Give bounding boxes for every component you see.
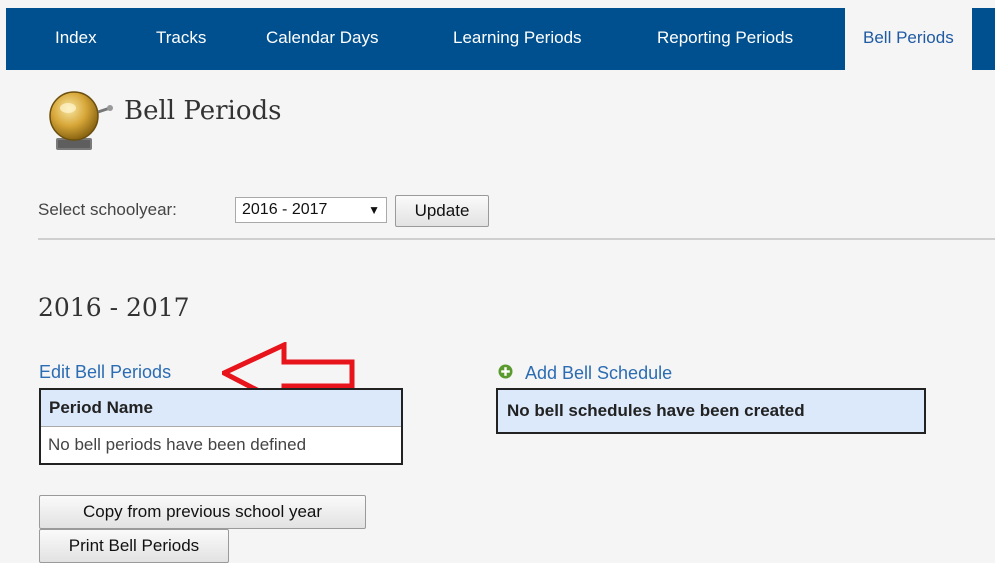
divider — [38, 238, 995, 240]
top-nav-bar: Index Tracks Calendar Days Learning Peri… — [6, 8, 995, 70]
print-bell-periods-button[interactable]: Print Bell Periods — [39, 529, 229, 563]
update-button[interactable]: Update — [395, 195, 489, 227]
period-name-column-header: Period Name — [41, 390, 401, 427]
tab-bell-periods[interactable]: Bell Periods — [845, 8, 972, 70]
tab-learning-periods[interactable]: Learning Periods — [453, 8, 582, 70]
tab-tracks[interactable]: Tracks — [156, 8, 206, 70]
edit-bell-periods-link[interactable]: Edit Bell Periods — [39, 362, 171, 383]
tab-reporting-periods[interactable]: Reporting Periods — [657, 8, 793, 70]
year-heading: 2016 - 2017 — [38, 293, 190, 322]
add-icon[interactable] — [498, 364, 513, 379]
schoolyear-selected-value: 2016 - 2017 — [242, 201, 328, 218]
bell-periods-table: Period Name No bell periods have been de… — [39, 388, 403, 465]
schoolyear-label: Select schoolyear: — [38, 200, 177, 219]
tab-index[interactable]: Index — [55, 8, 97, 70]
tab-calendar-days[interactable]: Calendar Days — [266, 8, 378, 70]
copy-previous-year-button[interactable]: Copy from previous school year — [39, 495, 366, 529]
empty-schedules-message: No bell schedules have been created — [496, 388, 926, 434]
empty-periods-message: No bell periods have been defined — [48, 435, 307, 454]
schoolyear-select[interactable]: 2016 - 2017 ▼ — [235, 197, 387, 223]
page-title: Bell Periods — [124, 96, 282, 126]
add-bell-schedule-link[interactable]: Add Bell Schedule — [525, 363, 672, 384]
bell-icon — [49, 91, 113, 150]
dropdown-caret-icon: ▼ — [368, 203, 380, 217]
